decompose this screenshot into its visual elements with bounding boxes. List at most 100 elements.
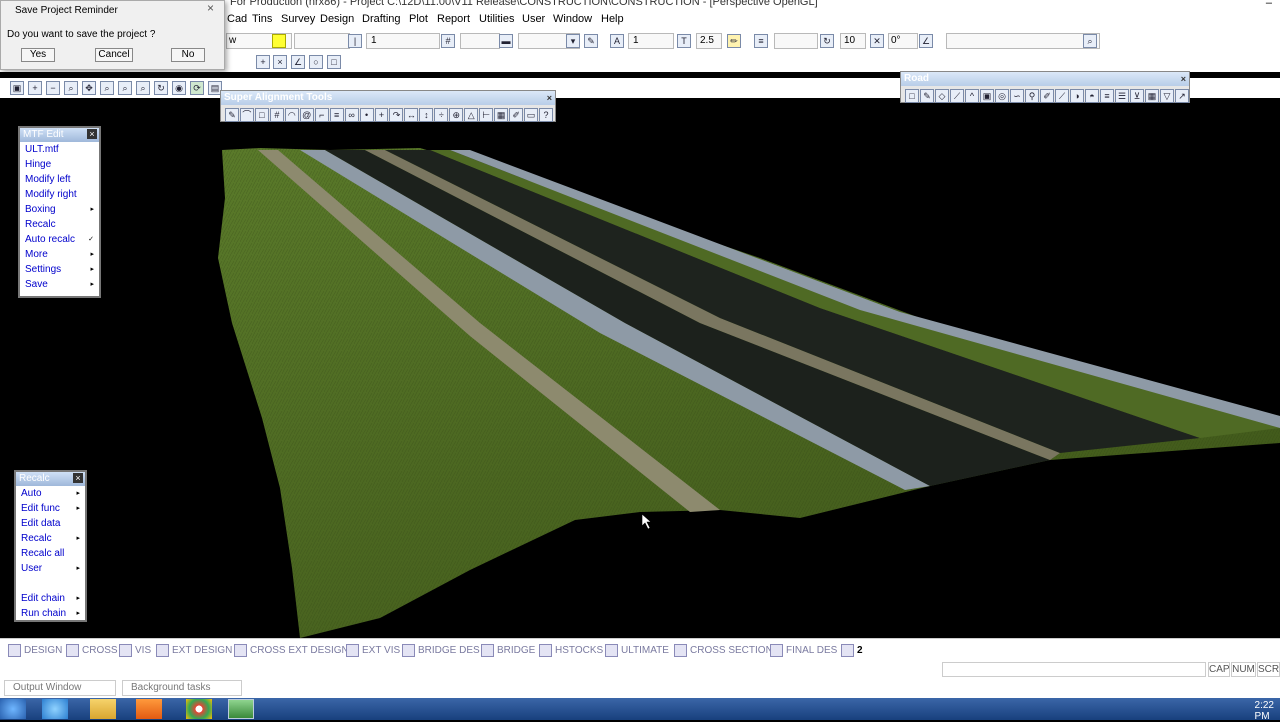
road-mound-icon[interactable]: ◓: [1085, 89, 1099, 103]
road-arrow-icon[interactable]: ↗: [1175, 89, 1189, 103]
colour-select[interactable]: [294, 33, 350, 49]
eye-icon[interactable]: ◉: [172, 81, 186, 95]
cancel-button[interactable]: Cancel: [95, 48, 133, 62]
tool-edit-icon[interactable]: ✐: [509, 108, 524, 122]
snap-point-icon[interactable]: +: [256, 55, 270, 69]
road-box-icon[interactable]: □: [905, 89, 919, 103]
tool-view-icon[interactable]: ▭: [524, 108, 539, 122]
road-line-icon[interactable]: ⟋: [950, 89, 964, 103]
pencil-icon[interactable]: ✏: [727, 34, 741, 48]
road-diamond-icon[interactable]: ◇: [935, 89, 949, 103]
menu-utilities[interactable]: Utilities: [479, 13, 514, 25]
view-fit-icon[interactable]: ▣: [10, 81, 24, 95]
yes-button[interactable]: Yes: [21, 48, 55, 62]
no-button[interactable]: No: [171, 48, 205, 62]
pen-icon[interactable]: ✎: [584, 34, 598, 48]
tool-measure-icon[interactable]: ↔: [404, 108, 419, 122]
refresh-icon[interactable]: ⟳: [190, 81, 204, 95]
media-player-icon[interactable]: [136, 699, 162, 719]
zoom-in-icon[interactable]: +: [28, 81, 42, 95]
recalc-item[interactable]: Edit data: [16, 516, 85, 531]
road-curve-icon[interactable]: ∽: [1010, 89, 1024, 103]
tool-move-icon[interactable]: +: [374, 108, 389, 122]
recalc-item[interactable]: Run chain ▸: [16, 606, 85, 621]
search-field[interactable]: [946, 33, 1100, 49]
tool-link-icon[interactable]: ∞: [344, 108, 359, 122]
recalc-item[interactable]: Recalc ▸: [16, 531, 85, 546]
mtf-item[interactable]: Recalc: [20, 217, 99, 232]
road-target-icon[interactable]: ◎: [995, 89, 1009, 103]
close-icon[interactable]: ×: [1181, 72, 1186, 86]
tool-bend-icon[interactable]: ↷: [389, 108, 404, 122]
tool-fillet-icon[interactable]: ⌐: [314, 108, 329, 122]
close-icon[interactable]: ×: [73, 473, 83, 483]
zoom-extent-icon[interactable]: ⌕: [118, 81, 132, 95]
close-icon[interactable]: ×: [87, 129, 97, 139]
road-pen-icon[interactable]: ✐: [1040, 89, 1054, 103]
mtf-item[interactable]: ULT.mtf: [20, 142, 99, 157]
12d-model-taskbar-icon[interactable]: [228, 699, 254, 719]
perspective-opengl-viewport[interactable]: [0, 98, 1280, 638]
menu-user[interactable]: User: [522, 13, 545, 25]
pan-icon[interactable]: ✥: [82, 81, 96, 95]
tool-join-icon[interactable]: ⊕: [449, 108, 464, 122]
road-pin-icon[interactable]: ⚲: [1025, 89, 1039, 103]
zoom-all-icon[interactable]: ⌕: [136, 81, 150, 95]
road-stack-icon[interactable]: ☰: [1115, 89, 1129, 103]
tool-pen-icon[interactable]: ✎: [225, 108, 239, 122]
road-funnel-icon[interactable]: ▽: [1160, 89, 1174, 103]
start-button[interactable]: [0, 699, 26, 719]
road-edit-icon[interactable]: ✎: [920, 89, 934, 103]
menu-survey[interactable]: Survey: [281, 13, 315, 25]
rotate-view-icon[interactable]: ↻: [154, 81, 168, 95]
text-style-icon[interactable]: A: [610, 34, 624, 48]
tab-bridge[interactable]: BRIDGE: [481, 643, 535, 658]
mtf-item[interactable]: Hinge: [20, 157, 99, 172]
tab-cross[interactable]: CROSS: [66, 643, 118, 658]
tool-grid-icon[interactable]: #: [269, 108, 284, 122]
angle-icon[interactable]: ∠: [919, 34, 933, 48]
justify-icon[interactable]: ≡: [754, 34, 768, 48]
tool-triangle-icon[interactable]: △: [464, 108, 479, 122]
snap-circle-icon[interactable]: ○: [309, 55, 323, 69]
snap-angle-icon[interactable]: ∠: [291, 55, 305, 69]
mtf-item[interactable]: More ▸: [20, 247, 99, 262]
tab-view-2[interactable]: 2: [841, 643, 863, 658]
pattern-field[interactable]: [460, 33, 500, 49]
road-section-icon[interactable]: ▣: [980, 89, 994, 103]
tool-vertical-icon[interactable]: ↕: [419, 108, 434, 122]
tab-vis[interactable]: VIS: [119, 643, 151, 658]
mtf-item[interactable]: Modify left: [20, 172, 99, 187]
search-icon[interactable]: ⌕: [1083, 34, 1097, 48]
mtf-item[interactable]: Boxing ▸: [20, 202, 99, 217]
close-icon[interactable]: ×: [547, 91, 552, 105]
road-table-icon[interactable]: ▦: [1145, 89, 1159, 103]
zoom-window-icon[interactable]: ⌕: [64, 81, 78, 95]
menu-design[interactable]: Design: [320, 13, 354, 25]
chevron-down-icon[interactable]: ▾: [566, 34, 580, 48]
snap-grid-icon[interactable]: □: [327, 55, 341, 69]
recalc-item[interactable]: Recalc all: [16, 546, 85, 561]
menu-window[interactable]: Window: [553, 13, 592, 25]
menu-tins[interactable]: Tins: [252, 13, 272, 25]
rotate-icon[interactable]: ↻: [820, 34, 834, 48]
menu-help[interactable]: Help: [601, 13, 624, 25]
road-half-icon[interactable]: ◑: [1070, 89, 1084, 103]
tool-table-icon[interactable]: ▦: [494, 108, 509, 122]
tab-design[interactable]: DESIGN: [8, 643, 62, 658]
tab-bridge-des[interactable]: BRIDGE DES: [402, 643, 480, 658]
recalc-item[interactable]: Auto ▸: [16, 486, 85, 501]
recalc-item[interactable]: Edit chain ▸: [16, 591, 85, 606]
tab-output-window[interactable]: Output Window: [4, 680, 116, 696]
mtf-item[interactable]: Auto recalc ✓: [20, 232, 99, 247]
snap-intersect-icon[interactable]: ×: [273, 55, 287, 69]
menu-cad[interactable]: Cad: [227, 13, 247, 25]
line-style-icon[interactable]: |: [348, 34, 362, 48]
menu-plot[interactable]: Plot: [409, 13, 428, 25]
tool-node-icon[interactable]: •: [359, 108, 374, 122]
tool-list-icon[interactable]: ≡: [329, 108, 344, 122]
zoom-previous-icon[interactable]: ⌕: [100, 81, 114, 95]
text-size-field[interactable]: 2.5: [696, 33, 722, 49]
tab-hstocks[interactable]: HSTOCKS: [539, 643, 603, 658]
tab-ext-vis[interactable]: EXT VIS: [346, 643, 400, 658]
